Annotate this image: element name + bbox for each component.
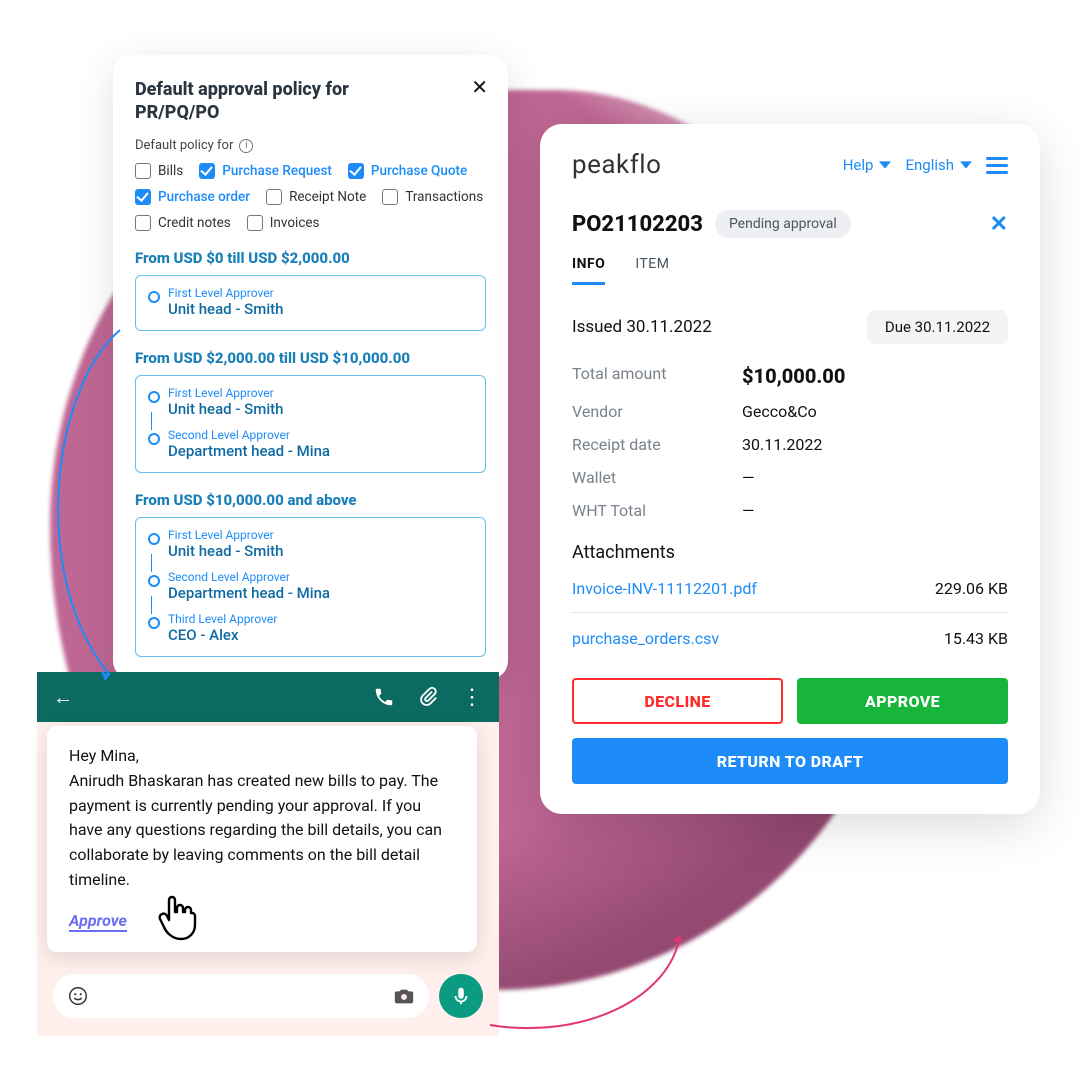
tier-box: First Level ApproverUnit head - Smith Sec… — [135, 375, 486, 473]
policy-option-checkbox[interactable]: Receipt Note — [266, 189, 366, 205]
total-amount: $10,000.00 — [742, 364, 1008, 388]
po-details-card: peakflo Help English PO21102203 Pending … — [540, 124, 1040, 814]
chevron-down-icon — [879, 159, 891, 171]
field-label: Wallet — [572, 468, 742, 487]
approver-level: First Level ApproverUnit head - Smith — [158, 286, 471, 318]
policy-option-checkbox[interactable]: Invoices — [247, 215, 320, 231]
chat-window: ← ⋮ Hey Mina,Anirudh Bhaskaran has creat… — [37, 672, 499, 1052]
approve-link[interactable]: Approve — [69, 911, 127, 932]
info-icon[interactable]: i — [239, 139, 253, 153]
tab-info[interactable]: INFO — [572, 256, 605, 285]
issued-date: Issued 30.11.2022 — [572, 317, 712, 337]
policy-option-checkbox[interactable]: Purchase Request — [199, 163, 332, 179]
attachment-size: 229.06 KB — [935, 579, 1008, 598]
chevron-down-icon — [960, 159, 972, 171]
approver-level: First Level ApproverUnit head - Smith — [158, 386, 471, 418]
attachment-icon[interactable] — [417, 686, 439, 708]
tier-title: From USD $0 till USD $2,000.00 — [135, 249, 486, 267]
attachment-row: purchase_orders.csv 15.43 KB — [572, 629, 1008, 654]
vendor-name: Gecco&Co — [742, 402, 1008, 421]
chat-input[interactable] — [53, 974, 429, 1018]
policy-subtitle: Default policy for i — [135, 138, 486, 153]
chat-header: ← ⋮ — [37, 672, 499, 722]
tier-title: From USD $2,000.00 till USD $10,000.00 — [135, 349, 486, 367]
status-badge: Pending approval — [715, 210, 851, 238]
policy-option-checkbox[interactable]: Purchase Quote — [348, 163, 467, 179]
policy-option-checkbox[interactable]: Bills — [135, 163, 183, 179]
approve-button[interactable]: APPROVE — [797, 678, 1008, 724]
approver-level: Third Level ApproverCEO - Alex — [158, 612, 471, 644]
approval-policy-card: Default approval policy for PR/PQ/PO ✕ D… — [113, 55, 508, 679]
tier-title: From USD $10,000.00 and above — [135, 491, 486, 509]
field-label: Total amount — [572, 364, 742, 388]
help-dropdown[interactable]: Help — [843, 156, 892, 174]
return-to-draft-button[interactable]: RETURN TO DRAFT — [572, 738, 1008, 784]
field-label: Receipt date — [572, 435, 742, 454]
receipt-date: 30.11.2022 — [742, 435, 1008, 454]
policy-title: Default approval policy for PR/PQ/PO — [135, 79, 416, 124]
approver-level: First Level ApproverUnit head - Smith — [158, 528, 471, 560]
brand-logo: peakflo — [572, 150, 661, 180]
close-icon[interactable]: ✕ — [471, 75, 488, 99]
chat-message-bubble: Hey Mina,Anirudh Bhaskaran has created n… — [47, 726, 477, 952]
field-label: WHT Total — [572, 501, 742, 520]
attachments-title: Attachments — [572, 542, 1008, 563]
po-number: PO21102203 — [572, 212, 703, 237]
tier-box: First Level ApproverUnit head - Smith — [135, 275, 486, 331]
attachment-link[interactable]: Invoice-INV-11112201.pdf — [572, 579, 757, 598]
mic-button[interactable] — [439, 974, 483, 1018]
menu-icon[interactable] — [986, 157, 1008, 174]
approver-level: Second Level ApproverDepartment head - M… — [158, 428, 471, 460]
close-icon[interactable]: ✕ — [990, 212, 1008, 237]
pointer-cursor-icon — [155, 894, 199, 954]
emoji-icon[interactable] — [67, 985, 89, 1007]
attachment-row: Invoice-INV-11112201.pdf 229.06 KB — [572, 579, 1008, 613]
decline-button[interactable]: DECLINE — [572, 678, 783, 724]
tab-item[interactable]: ITEM — [635, 256, 669, 285]
policy-option-checkbox[interactable]: Credit notes — [135, 215, 231, 231]
policy-option-grid: Bills Purchase Request Purchase Quote Purch… — [135, 163, 486, 231]
due-date: Due 30.11.2022 — [867, 310, 1008, 344]
phone-icon[interactable] — [373, 686, 395, 708]
chat-message-text: Hey Mina,Anirudh Bhaskaran has created n… — [69, 744, 455, 893]
tier-box: First Level ApproverUnit head - Smith Sec… — [135, 517, 486, 657]
policy-option-checkbox[interactable]: Transactions — [382, 189, 483, 205]
camera-icon[interactable] — [393, 985, 415, 1007]
more-icon[interactable]: ⋮ — [461, 685, 483, 710]
back-icon[interactable]: ← — [53, 685, 73, 710]
field-label: Vendor — [572, 402, 742, 421]
attachment-size: 15.43 KB — [944, 629, 1008, 648]
attachment-link[interactable]: purchase_orders.csv — [572, 629, 719, 648]
language-dropdown[interactable]: English — [905, 156, 972, 174]
policy-option-checkbox[interactable]: Purchase order — [135, 189, 250, 205]
wht-value: — — [742, 501, 1008, 520]
wallet-value: — — [742, 468, 1008, 487]
approver-level: Second Level ApproverDepartment head - M… — [158, 570, 471, 602]
